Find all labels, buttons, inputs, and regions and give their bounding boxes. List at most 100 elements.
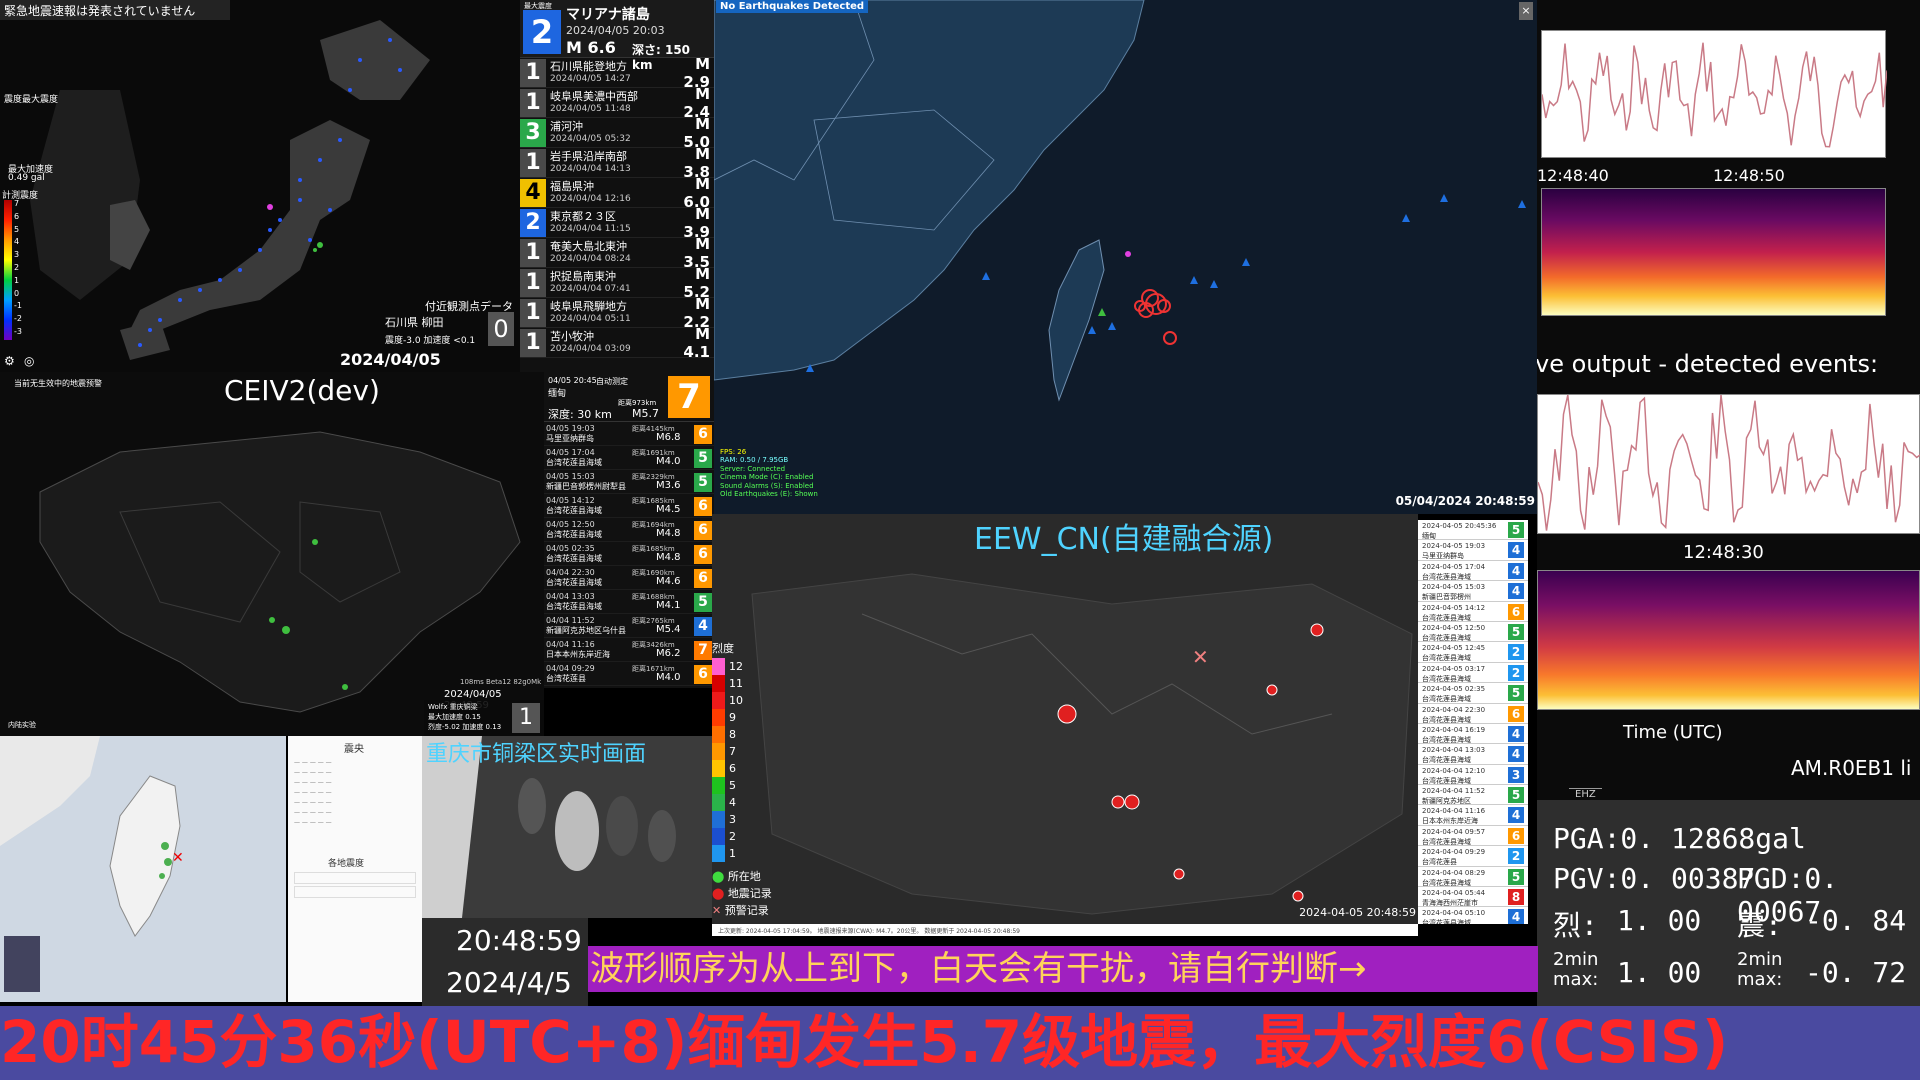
legend-value: 6 xyxy=(729,762,736,775)
eew-quake-row[interactable]: 2024-04-04 12:10 台湾花莲县海域 3 xyxy=(1418,764,1528,786)
max-intensity-label: 震度最大震度 xyxy=(4,95,59,105)
ceiv-row-badge: 6 xyxy=(694,521,712,540)
ceiv-quake-row[interactable]: 04/04 11:52 新疆阿克苏地区乌什县 距离2765km M5.4 4 xyxy=(544,614,714,638)
ceiv-row-badge: 5 xyxy=(694,449,712,468)
ceiv-quake-row[interactable]: 04/05 02:35 台湾花莲县海域 距离1685km M4.8 6 xyxy=(544,542,714,566)
eew-row-time: 2024-04-04 16:19 xyxy=(1422,725,1486,734)
eew-quake-row[interactable]: 2024-04-04 11:16 日本本州东岸近海 4 xyxy=(1418,805,1528,826)
jp-quake-row[interactable]: 3 浦河沖 2024/04/05 05:32 M 5.0 xyxy=(520,115,714,151)
eew-quake-row[interactable]: 2024-04-05 20:45:36 缅甸 5 xyxy=(1418,520,1528,541)
ceiv-quake-row[interactable]: 04/05 15:03 新疆巴音郭楞州尉犁县 距离2329km M3.6 5 xyxy=(544,470,714,494)
eew-quake-row[interactable]: 2024-04-04 05:10 台湾花莲县海域 4 xyxy=(1418,907,1528,924)
axis2-tick-1: 12:48:30 xyxy=(1683,542,1764,563)
ceiv-latest-card[interactable]: 04/05 20:45 自动测定 缅甸 距离973km 深度: 30 km M5… xyxy=(544,372,714,422)
jp-quake-row[interactable]: 1 岐阜県飛騨地方 2024/04/04 05:11 M 2.2 xyxy=(520,295,714,331)
eew-quake-row[interactable]: 2024-04-05 15:03 新疆巴音郭楞州 4 xyxy=(1418,581,1528,602)
eew-markers: ⬤ 所在地 ⬤ 地震记录 ✕ 预警记录 xyxy=(712,870,772,917)
eew-quake-row[interactable]: 2024-04-05 12:50 台湾花莲县海域 5 xyxy=(1418,621,1528,643)
pga-value: PGA:0. 12868gal xyxy=(1553,822,1806,855)
ceiv-row-place: 日本本州东岸近海 xyxy=(546,650,610,659)
taiwan-section-row2[interactable] xyxy=(294,886,416,898)
ceiv-quake-row[interactable]: 04/04 13:03 台湾花莲县海域 距离1688km M4.1 5 xyxy=(544,590,714,614)
jp-quake-row[interactable]: 1 苫小牧沖 2024/04/04 03:09 M 4.1 xyxy=(520,325,714,361)
eew-cn-panel: ✕ EEW_CN(自建融合源) 烈度 12 11 10 9 8 7 6 5 4 3 2 1 ⬤ 所在地… xyxy=(712,514,1418,924)
ceiv-row-mag: M4.0 xyxy=(656,672,681,683)
quake-time: 2024/04/05 05:32 xyxy=(550,133,631,144)
eew-quake-row[interactable]: 2024-04-04 08:29 台湾花莲县海域 5 xyxy=(1418,866,1528,888)
jp-quake-row[interactable]: 1 択捉島南東沖 2024/04/04 07:41 M 5.2 xyxy=(520,265,714,301)
close-icon[interactable]: × xyxy=(1519,2,1533,20)
ceiv-quake-row[interactable]: 04/05 19:03 马里亚纳群岛 距离4145km M6.8 6 xyxy=(544,422,714,446)
eew-quake-row[interactable]: 2024-04-05 03:17 台湾花莲县海域 2 xyxy=(1418,662,1528,684)
ceiv-quake-row[interactable]: 04/05 14:12 台湾花莲县海域 距离1685km M4.5 6 xyxy=(544,494,714,518)
lie-max-label: 2min max: xyxy=(1553,949,1599,990)
jp-quake-row[interactable]: 1 奄美大島北東沖 2024/04/04 08:24 M 3.5 xyxy=(520,235,714,271)
jp-quake-row[interactable]: 1 岐阜県美濃中西部 2024/04/05 11:48 M 2.4 xyxy=(520,85,714,121)
eew-row-time: 2024-04-04 05:44 xyxy=(1422,889,1486,898)
ceiv-row-mag: M5.4 xyxy=(656,624,681,635)
ceiv-quake-row[interactable]: 04/04 09:29 台湾花莲县 距离1671km M4.0 6 xyxy=(544,662,714,686)
wolfx-line1: 最大加速度 0.15 xyxy=(428,713,481,721)
eew-row-time: 2024-04-05 19:03 xyxy=(1422,542,1486,551)
eew-quake-row[interactable]: 2024-04-05 12:45 台湾花莲县海域 2 xyxy=(1418,642,1528,663)
ceiv-panel: 当前无生效中的地震预警 CEIV2(dev) 内陆实验 108ms Beta12… xyxy=(0,372,544,736)
eew-quake-row[interactable]: 2024-04-05 17:04 台湾花莲县海域 4 xyxy=(1418,560,1528,582)
ceiv-quake-row[interactable]: 04/05 17:04 台湾花莲县海域 距离1691km M4.0 5 xyxy=(544,446,714,470)
legend-swatch xyxy=(712,726,725,743)
camera-panel: 重庆市铜梁区实时画面 xyxy=(422,736,712,918)
jp-latest-card[interactable]: 最大震度 2 マリアナ諸島 2024/04/05 20:03 M 6.6 深さ:… xyxy=(520,0,714,72)
quake-time: 2024/04/04 08:24 xyxy=(550,253,631,264)
eew-quake-row[interactable]: 2024-04-04 05:44 青海海西州茫崖市 8 xyxy=(1418,887,1528,908)
location-icon[interactable]: ◎ xyxy=(24,354,34,368)
intensity-badge: 4 xyxy=(520,178,546,207)
marker-warning: 预警记录 xyxy=(724,904,769,917)
taiwan-section-row1[interactable] xyxy=(294,872,416,884)
intensity-badge: 1 xyxy=(520,268,546,297)
quake-time: 2024/04/05 11:48 xyxy=(550,103,631,114)
ceiv-quake-row[interactable]: 04/05 12:50 台湾花莲县海域 距离1694km M4.8 6 xyxy=(544,518,714,542)
eew-quake-row[interactable]: 2024-04-04 11:52 新疆阿克苏地区 5 xyxy=(1418,785,1528,806)
eew-quake-row[interactable]: 2024-04-04 09:57 台湾花莲县海域 6 xyxy=(1418,825,1528,847)
quake-time: 2024/04/04 14:13 xyxy=(550,163,631,174)
eew-row-badge: 2 xyxy=(1508,664,1524,681)
legend-row: 8 xyxy=(712,726,752,743)
quake-place: 浦河沖 xyxy=(550,119,583,133)
eew-row-badge: 2 xyxy=(1508,848,1524,865)
eew-row-time: 2024-04-04 11:16 xyxy=(1422,807,1486,816)
eew-row-badge: 5 xyxy=(1508,623,1524,640)
intensity-badge: 1 xyxy=(520,58,546,87)
ceiv-row-mag: M3.6 xyxy=(656,480,681,491)
eew-quake-row[interactable]: 2024-04-05 14:12 台湾花莲县海域 6 xyxy=(1418,601,1528,622)
clock-time: 20:48:59 xyxy=(456,924,582,957)
jp-quake-row[interactable]: 1 岩手県沿岸南部 2024/04/04 14:13 M 3.8 xyxy=(520,145,714,181)
jp-datetime: 2024/04/05 21:48:58 xyxy=(340,350,441,372)
lie-label: 烈: xyxy=(1553,909,1598,942)
latest-time: 2024/04/05 20:03 xyxy=(566,24,665,37)
jp-quake-row[interactable]: 2 東京都２３区 2024/04/04 11:15 M 3.9 xyxy=(520,205,714,241)
legend-row: 11 xyxy=(712,675,752,692)
eew-quake-row[interactable]: 2024-04-04 13:03 台湾花莲县海域 4 xyxy=(1418,744,1528,765)
eew-quake-row[interactable]: 2024-04-05 19:03 马里亚纳群岛 4 xyxy=(1418,540,1528,561)
ceiv-quake-row[interactable]: 04/04 11:16 日本本州东岸近海 距离3426km M6.2 7 xyxy=(544,638,714,662)
settings-icon[interactable]: ⚙ xyxy=(4,354,15,368)
eew-row-badge: 6 xyxy=(1508,827,1524,844)
eew-quake-row[interactable]: 2024-04-04 22:30 台湾花莲县海域 6 xyxy=(1418,703,1528,724)
ceiv-row-time: 04/04 09:29 xyxy=(546,664,595,673)
eew-quake-row[interactable]: 2024-04-04 16:19 台湾花莲县海域 4 xyxy=(1418,723,1528,745)
ceiv-row-place: 台湾花莲县海域 xyxy=(546,602,602,611)
jp-quake-row[interactable]: 4 福島県沖 2024/04/04 12:16 M 6.0 xyxy=(520,175,714,211)
zhen-label: 震: xyxy=(1737,909,1782,942)
ceiv-latest-place: 缅甸 xyxy=(548,389,567,399)
latest-mag: M 6.6 xyxy=(566,38,616,57)
seismo-tab[interactable]: EHZ xyxy=(1569,788,1602,800)
quake-time: 2024/04/04 12:16 xyxy=(550,193,631,204)
ceiv-row-time: 04/05 12:50 xyxy=(546,520,595,529)
zhen-max-label: 2min max: xyxy=(1737,949,1783,990)
eew-footer: 上次更新: 2024-04-05 17:04:59。 地震速报来源(CWA): … xyxy=(712,924,1418,936)
eew-quake-row[interactable]: 2024-04-05 02:35 台湾花莲县海域 5 xyxy=(1418,683,1528,704)
taiwan-map: ✕ xyxy=(0,736,286,1002)
eew-row-time: 2024-04-04 13:03 xyxy=(1422,746,1486,755)
eew-quake-row[interactable]: 2024-04-04 09:29 台湾花莲县 2 xyxy=(1418,846,1528,867)
ceiv-quake-row[interactable]: 04/04 22:30 台湾花莲县海域 距离1690km M4.6 6 xyxy=(544,566,714,590)
ceiv-row-mag: M4.6 xyxy=(656,576,681,587)
